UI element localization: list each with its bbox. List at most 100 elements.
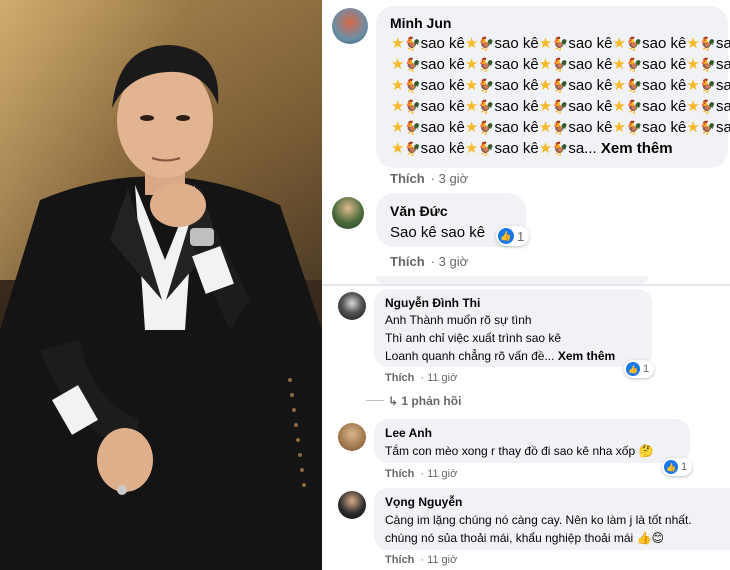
comment-text: Sao kê sao kê (390, 224, 486, 241)
rooster-icon: 🐓 (699, 78, 717, 93)
person-portrait-illustration (0, 45, 322, 570)
rooster-icon: 🐓 (552, 120, 569, 135)
timestamp[interactable]: 11 giờ (427, 372, 457, 384)
star-icon: ★ (391, 35, 405, 52)
rooster-icon: 🐓 (625, 78, 643, 93)
portrait-photo (0, 0, 322, 570)
like-link[interactable]: Thích (390, 254, 425, 269)
comment-meta: Thích · 11 giờ (385, 554, 458, 566)
avatar[interactable] (338, 423, 366, 451)
star-icon: ★ (612, 119, 626, 136)
star-icon: ★ (686, 77, 700, 94)
reaction-badge[interactable]: 👍 1 (624, 360, 655, 378)
see-more-link[interactable]: Xem thêm (601, 140, 673, 157)
comment-text-line: Thì anh chỉ việc xuất trình sao kê (385, 331, 562, 345)
commenter-name[interactable]: Văn Đức (390, 203, 448, 219)
avatar[interactable] (332, 8, 368, 44)
comment-bubble-partial (376, 276, 648, 284)
star-icon: ★ (464, 35, 479, 52)
rooster-icon: 🐓 (552, 99, 569, 114)
timestamp[interactable]: 3 giờ (439, 254, 469, 269)
star-icon: ★ (538, 119, 553, 136)
rooster-icon: 🐓 (699, 120, 717, 135)
rooster-icon: 🐓 (404, 78, 421, 93)
like-link[interactable]: Thích (390, 171, 425, 186)
rooster-icon: 🐓 (552, 57, 569, 72)
avatar[interactable] (338, 491, 366, 519)
comment-text-line: Anh Thành muốn rõ sự tình (385, 313, 532, 327)
rooster-icon: 🐓 (552, 36, 569, 51)
rooster-icon: 🐓 (478, 57, 495, 72)
like-reaction-icon: 👍 (498, 228, 514, 244)
view-replies-link[interactable]: ↳ 1 phản hồi (388, 394, 461, 408)
emoji-text-row: ★🐓sao kê★🐓sao kê★🐓sao kê★🐓sao kê★🐓sao (391, 119, 730, 136)
star-icon: ★ (538, 77, 553, 94)
star-icon: ★ (538, 98, 553, 115)
reaction-badge[interactable]: 👍 1 (662, 458, 693, 476)
timestamp[interactable]: 11 giờ (427, 468, 457, 480)
star-icon: ★ (686, 98, 700, 115)
star-icon: ★ (686, 119, 700, 136)
comment-meta: Thích · 11 giờ (385, 372, 458, 384)
star-icon: ★ (464, 77, 479, 94)
star-icon: ★ (538, 56, 553, 73)
emoji-text-row: ★🐓sao kê★🐓sao kê★🐓sao kê★🐓sao kê★🐓sao (391, 98, 730, 115)
comment-text-line: Càng im lặng chúng nó càng cay. Nên ko l… (385, 513, 692, 527)
star-icon: ★ (686, 56, 700, 73)
rooster-icon: 🐓 (404, 141, 421, 156)
comment-text: Tắm con mèo xong r thay đồ đi sao kê nha… (385, 444, 654, 458)
star-icon: ★ (612, 56, 626, 73)
see-more-link[interactable]: Xem thêm (558, 349, 615, 363)
like-link[interactable]: Thích (385, 468, 414, 480)
commenter-name[interactable]: Nguyễn Đình Thi (385, 296, 480, 310)
reaction-badge[interactable]: 👍 1 (496, 226, 530, 246)
like-link[interactable]: Thích (385, 554, 414, 566)
rooster-icon: 🐓 (478, 120, 495, 135)
comment-text: ★🐓sao kê★🐓sao kê★🐓sao kê★🐓sao kê★🐓sao ★🐓s… (376, 34, 730, 164)
comment-meta: Thích · 3 giờ (390, 171, 469, 186)
rooster-icon: 🐓 (404, 120, 421, 135)
star-icon: ★ (538, 140, 553, 157)
comment-text-line: Loanh quanh chẳng rõ vấn đề... Xem thêm (385, 349, 616, 363)
commenter-name[interactable]: Lee Anh (385, 426, 432, 440)
star-icon: ★ (391, 77, 405, 94)
star-icon: ★ (612, 35, 626, 52)
emoji-text-row: ★🐓sao kê★🐓sao kê★🐓sao kê★🐓sao kê★🐓sao (391, 56, 730, 73)
star-icon: ★ (391, 119, 405, 136)
star-icon: ★ (612, 77, 626, 94)
commenter-name[interactable]: Vọng Nguyễn (385, 495, 462, 509)
star-icon: ★ (391, 140, 405, 157)
star-icon: ★ (612, 98, 626, 115)
reply-connector (366, 400, 384, 401)
star-icon: ★ (686, 35, 700, 52)
emoji-text-row: ★🐓sao kê★🐓sao kê★🐓sa... Xem thêm (391, 140, 673, 157)
rooster-icon: 🐓 (478, 36, 495, 51)
reply-arrow-icon: ↳ (388, 394, 399, 408)
comment-panel: Minh Jun ★🐓sao kê★🐓sao kê★🐓sao kê★🐓sao k… (322, 0, 730, 570)
timestamp[interactable]: 3 giờ (439, 171, 469, 186)
star-icon: ★ (464, 56, 479, 73)
like-link[interactable]: Thích (385, 372, 414, 384)
rooster-icon: 🐓 (625, 99, 643, 114)
commenter-name[interactable]: Minh Jun (390, 15, 451, 31)
rooster-icon: 🐓 (404, 36, 421, 51)
rooster-icon: 🐓 (552, 78, 569, 93)
rooster-icon: 🐓 (625, 120, 643, 135)
timestamp[interactable]: 11 giờ (427, 554, 457, 566)
like-reaction-icon: 👍 (626, 362, 640, 376)
rooster-icon: 🐓 (478, 78, 495, 93)
star-icon: ★ (391, 98, 405, 115)
rooster-icon: 🐓 (699, 36, 717, 51)
emoji-text-row: ★🐓sao kê★🐓sao kê★🐓sao kê★🐓sao kê★🐓sao (391, 77, 730, 94)
rooster-icon: 🐓 (699, 57, 717, 72)
star-icon: ★ (464, 119, 479, 136)
rooster-icon: 🐓 (552, 141, 569, 156)
comment-meta: Thích · 11 giờ (385, 468, 458, 480)
like-reaction-icon: 👍 (664, 460, 678, 474)
avatar[interactable] (338, 292, 366, 320)
rooster-icon: 🐓 (404, 99, 421, 114)
comment-meta: Thích · 3 giờ (390, 254, 469, 269)
rooster-icon: 🐓 (625, 36, 643, 51)
avatar[interactable] (332, 197, 364, 229)
star-icon: ★ (464, 140, 479, 157)
